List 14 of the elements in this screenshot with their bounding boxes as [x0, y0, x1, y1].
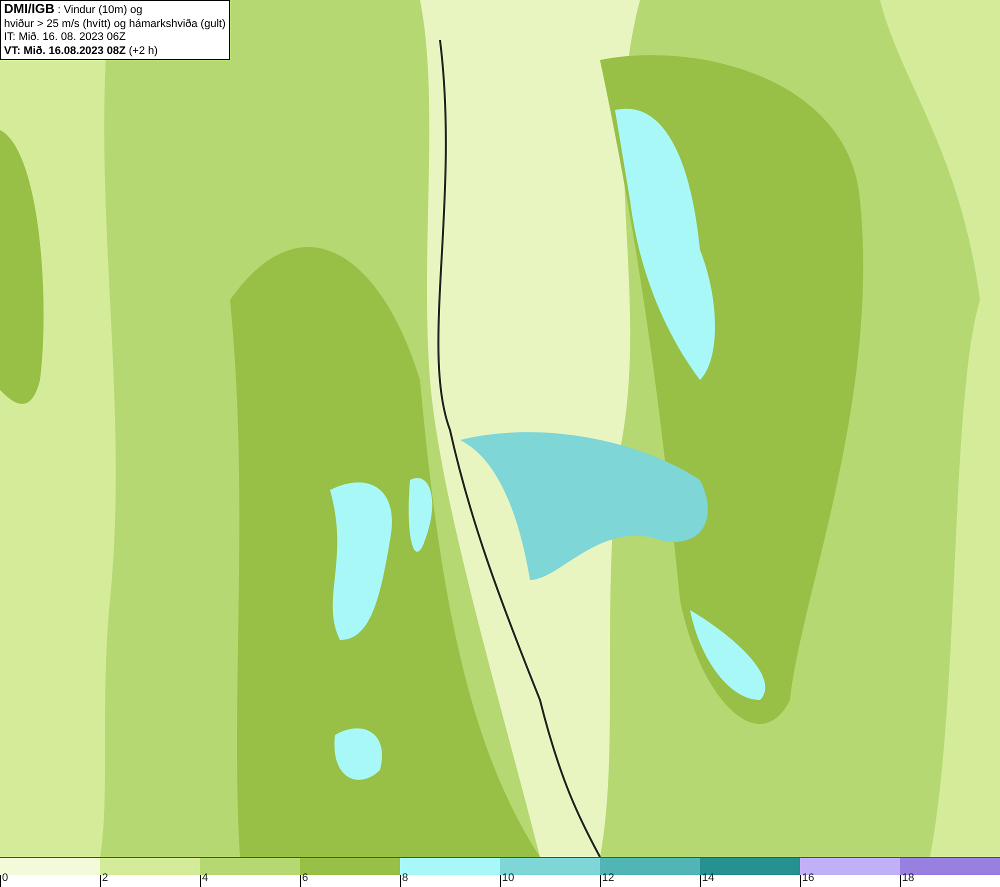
- title-line: VT: Mið. 16.08.2023 08Z (+2 h): [4, 44, 159, 58]
- title-line: DMI/IGB : Vindur (10m) og: [4, 2, 144, 18]
- legend-label: 14: [702, 872, 714, 885]
- legend-label: 8: [402, 872, 408, 885]
- legend-label: 6: [302, 872, 308, 885]
- legend-label: 4: [202, 872, 208, 885]
- title-line: IT: Mið. 16. 08. 2023 06Z: [4, 31, 127, 44]
- legend-label: 0: [2, 872, 8, 885]
- legend-label: 18: [902, 872, 914, 885]
- legend-label: 16: [802, 872, 814, 885]
- title-line: hviður > 25 m/s (hvítt) og hámarkshviða (gult): [4, 18, 226, 31]
- legend-label: 2: [102, 872, 108, 885]
- legend-label: 10: [502, 872, 514, 885]
- legend-label: 12: [602, 872, 614, 885]
